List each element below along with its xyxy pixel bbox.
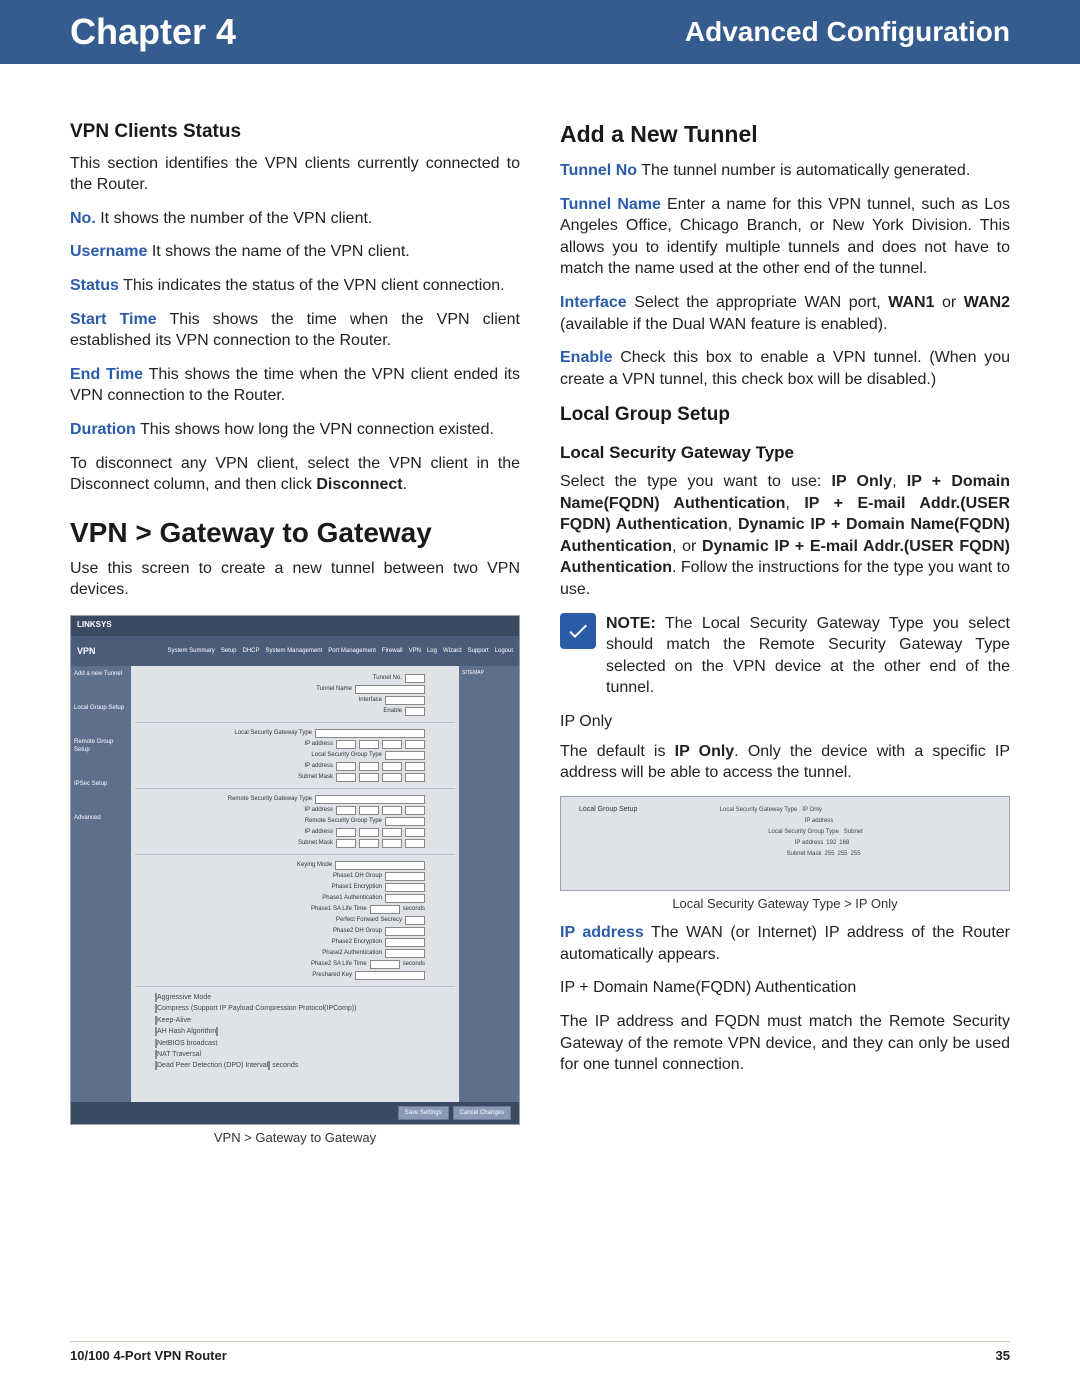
- screenshot-nav-vpn: VPN: [77, 645, 96, 657]
- header-bar: Chapter 4 Advanced Configuration: [0, 0, 1080, 64]
- para-no: No. It shows the number of the VPN clien…: [70, 208, 520, 230]
- footer-page-number: 35: [996, 1348, 1010, 1363]
- screenshot-gateway-to-gateway: LINKSYS VPN System Summary Setup DHCP Sy…: [70, 615, 520, 1125]
- label-duration: Duration: [70, 421, 136, 438]
- para-gateway: Use this screen to create a new tunnel b…: [70, 558, 520, 601]
- para-ip-only: The default is IP Only. Only the device …: [560, 741, 1010, 784]
- para-status: Status This indicates the status of the …: [70, 275, 520, 297]
- screenshot-navbar: VPN System Summary Setup DHCP System Man…: [71, 636, 519, 666]
- page: Chapter 4 Advanced Configuration VPN Cli…: [0, 0, 1080, 1397]
- para-tunnel-name: Tunnel Name Enter a name for this VPN tu…: [560, 194, 1010, 280]
- label-tunnel-no: Tunnel No: [560, 162, 637, 179]
- screenshot-footer: Save Settings Cancel Changes: [71, 1102, 519, 1124]
- label-no: No.: [70, 210, 96, 227]
- heading-local-security-gateway-type: Local Security Gateway Type: [560, 442, 1010, 465]
- screenshot-form: Tunnel No. Tunnel Name Interface Enable …: [131, 666, 459, 1102]
- heading-ip-only: IP Only: [560, 711, 1010, 733]
- note-box: NOTE: The Local Security Gateway Type yo…: [560, 613, 1010, 699]
- screenshot-brand: LINKSYS: [71, 616, 519, 636]
- screenshot-caption: VPN > Gateway to Gateway: [70, 1129, 520, 1147]
- label-interface: Interface: [560, 294, 627, 311]
- para-interface: Interface Select the appropriate WAN por…: [560, 292, 1010, 335]
- note-text: NOTE: The Local Security Gateway Type yo…: [606, 613, 1010, 699]
- label-username: Username: [70, 243, 147, 260]
- save-button: Save Settings: [398, 1106, 449, 1120]
- page-footer: 10/100 4-Port VPN Router 35: [70, 1341, 1010, 1363]
- para-end: End Time This shows the time when the VP…: [70, 364, 520, 407]
- para-start: Start Time This shows the time when the …: [70, 309, 520, 352]
- para-ip-fqdn: The IP address and FQDN must match the R…: [560, 1011, 1010, 1076]
- screenshot-ip-only: Local Group Setup Local Security Gateway…: [560, 796, 1010, 891]
- right-column: Add a New Tunnel Tunnel No The tunnel nu…: [560, 119, 1010, 1146]
- screenshot-sidebar: Add a new Tunnel Local Group Setup Remot…: [71, 666, 131, 1102]
- section-title: Advanced Configuration: [685, 16, 1010, 48]
- label-ip-address: IP address: [560, 924, 644, 941]
- heading-vpn-gateway: VPN > Gateway to Gateway: [70, 514, 520, 552]
- label-start-time: Start Time: [70, 311, 157, 328]
- label-enable: Enable: [560, 349, 612, 366]
- para-enable: Enable Check this box to enable a VPN tu…: [560, 347, 1010, 390]
- label-status: Status: [70, 277, 119, 294]
- heading-ip-fqdn: IP + Domain Name(FQDN) Authentication: [560, 977, 1010, 999]
- para-intro: This section identifies the VPN clients …: [70, 153, 520, 196]
- left-column: VPN Clients Status This section identifi…: [70, 119, 520, 1146]
- para-disconnect: To disconnect any VPN client, select the…: [70, 453, 520, 496]
- footer-product: 10/100 4-Port VPN Router: [70, 1348, 227, 1363]
- checkmark-icon: [560, 613, 596, 649]
- content-columns: VPN Clients Status This section identifi…: [0, 64, 1080, 1146]
- para-ip-address: IP address The WAN (or Internet) IP addr…: [560, 922, 1010, 965]
- heading-local-group-setup: Local Group Setup: [560, 402, 1010, 428]
- screenshot2-caption: Local Security Gateway Type > IP Only: [560, 895, 1010, 913]
- para-select-type: Select the type you want to use: IP Only…: [560, 471, 1010, 601]
- para-tunnel-no: Tunnel No The tunnel number is automatic…: [560, 160, 1010, 182]
- para-duration: Duration This shows how long the VPN con…: [70, 419, 520, 441]
- screenshot-nav-tabs: System Summary Setup DHCP System Managem…: [167, 647, 513, 655]
- chapter-title: Chapter 4: [70, 11, 236, 53]
- cancel-button: Cancel Changes: [453, 1106, 511, 1120]
- label-tunnel-name: Tunnel Name: [560, 196, 661, 213]
- para-username: Username It shows the name of the VPN cl…: [70, 241, 520, 263]
- screenshot-help: SITEMAP: [459, 666, 519, 1102]
- label-end-time: End Time: [70, 366, 143, 383]
- heading-vpn-clients-status: VPN Clients Status: [70, 119, 520, 145]
- heading-add-new-tunnel: Add a New Tunnel: [560, 119, 1010, 150]
